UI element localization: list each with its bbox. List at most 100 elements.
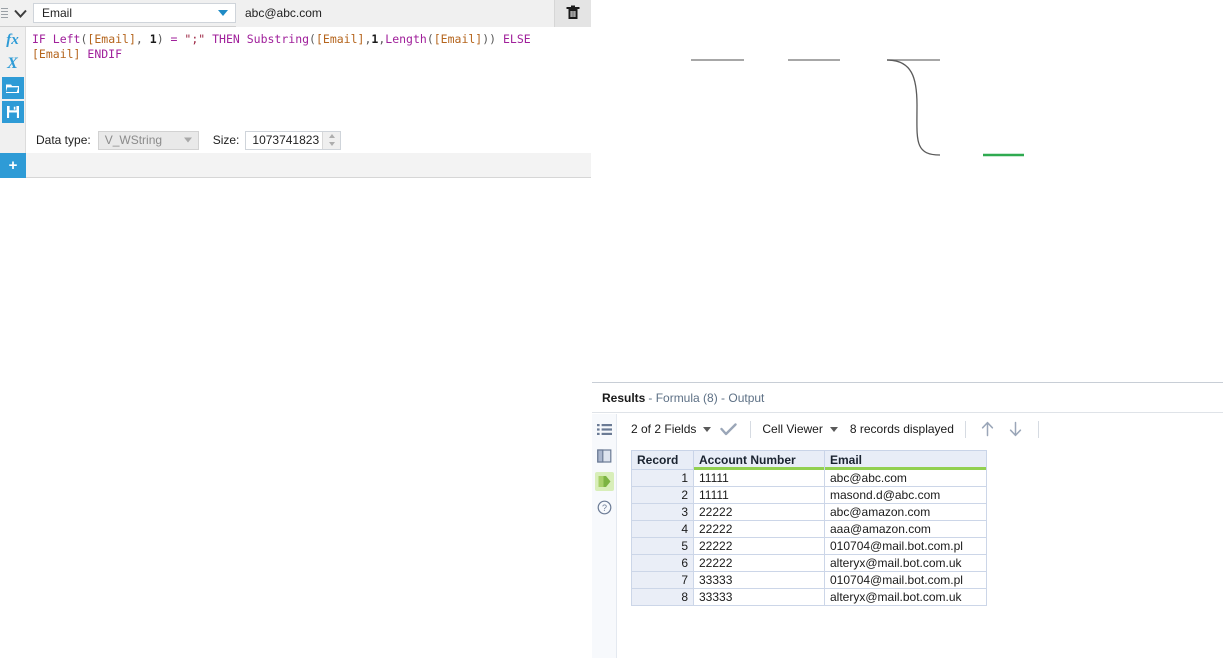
cell-record: 1 xyxy=(632,470,694,487)
formula-token: [Email] xyxy=(434,32,482,46)
size-stepper[interactable] xyxy=(322,132,340,149)
formula-token: , xyxy=(136,32,150,46)
sample-value-display[interactable]: abc@abc.com xyxy=(236,0,554,27)
formula-token: ELSE xyxy=(496,32,531,46)
table-header-row: Record Account Number Email xyxy=(632,451,987,470)
column-header-account-number[interactable]: Account Number xyxy=(694,451,825,470)
help-circle-icon[interactable]: ? xyxy=(595,498,614,517)
toolbar-divider xyxy=(1038,421,1039,438)
formula-expression-input[interactable]: IF Left([Email], 1) = ";" THEN Substring… xyxy=(26,27,591,127)
size-input[interactable]: 1073741823 xyxy=(245,131,341,150)
cell-record: 4 xyxy=(632,521,694,538)
toolbar-divider xyxy=(750,421,751,438)
cell-account-number[interactable]: 22222 xyxy=(694,538,825,555)
drag-grip-icon xyxy=(0,0,9,27)
cell-record: 8 xyxy=(632,589,694,606)
fields-selector[interactable]: 2 of 2 Fields xyxy=(631,422,711,436)
formula-token: [Email] xyxy=(32,47,80,61)
svg-text:?: ? xyxy=(601,503,606,513)
cell-email[interactable]: alteryx@mail.bot.com.uk xyxy=(825,555,987,572)
table-row[interactable]: 422222aaa@amazon.com xyxy=(632,521,987,538)
results-panel: Results - Formula (8) - Output xyxy=(592,383,1223,658)
data-type-select[interactable]: V_WString xyxy=(98,131,199,150)
table-row[interactable]: 622222alteryx@mail.bot.com.uk xyxy=(632,555,987,572)
column-header-email[interactable]: Email xyxy=(825,451,987,470)
formula-editor-body: fx X xyxy=(0,27,591,153)
formula-token: = xyxy=(164,32,185,46)
data-type-value: V_WString xyxy=(99,133,162,147)
fx-icon[interactable]: fx xyxy=(2,29,24,51)
output-field-select[interactable]: Email xyxy=(33,3,236,23)
formula-token: Left xyxy=(53,32,81,46)
x-variable-icon[interactable]: X xyxy=(2,53,24,75)
formula-token: ( xyxy=(309,32,316,46)
size-label: Size: xyxy=(213,133,240,147)
formula-token: )) xyxy=(482,32,496,46)
canvas-connections xyxy=(592,0,1223,383)
formula-tool-rail: fx X xyxy=(0,27,26,153)
data-type-row: Data type: V_WString Size: 1073741823 xyxy=(26,127,591,153)
cell-account-number[interactable]: 22222 xyxy=(694,521,825,538)
cell-account-number[interactable]: 33333 xyxy=(694,589,825,606)
results-grid-wrapper[interactable]: Record Account Number Email 111111abc@ab… xyxy=(631,450,1223,658)
add-formula-button[interactable]: + xyxy=(0,153,26,178)
table-row[interactable]: 522222010704@mail.bot.com.pl xyxy=(632,538,987,555)
cell-email[interactable]: abc@abc.com xyxy=(825,470,987,487)
table-row[interactable]: 111111abc@abc.com xyxy=(632,470,987,487)
formula-token: ) xyxy=(157,32,164,46)
formula-token: Substring xyxy=(247,32,309,46)
chevron-down-icon xyxy=(830,427,838,432)
fields-selector-label: 2 of 2 Fields xyxy=(631,422,696,436)
output-arrow-icon[interactable] xyxy=(595,472,614,491)
arrow-down-icon[interactable] xyxy=(1005,418,1027,440)
cell-email[interactable]: abc@amazon.com xyxy=(825,504,987,521)
checkmark-icon[interactable] xyxy=(717,418,739,440)
list-config-icon[interactable] xyxy=(595,420,614,439)
formula-token: ENDIF xyxy=(80,47,122,61)
chevron-down-icon xyxy=(703,427,711,432)
formula-token: ";" xyxy=(184,32,205,46)
results-title-context: - Formula (8) - Output xyxy=(648,391,764,405)
results-toolbar: 2 of 2 Fields Cell Viewer 8 records disp… xyxy=(617,414,1223,444)
cell-account-number[interactable]: 11111 xyxy=(694,470,825,487)
table-row[interactable]: 833333alteryx@mail.bot.com.uk xyxy=(632,589,987,606)
cell-email[interactable]: alteryx@mail.bot.com.uk xyxy=(825,589,987,606)
cell-email[interactable]: 010704@mail.bot.com.pl xyxy=(825,538,987,555)
cell-email[interactable]: 010704@mail.bot.com.pl xyxy=(825,572,987,589)
cell-viewer-selector[interactable]: Cell Viewer xyxy=(762,422,837,436)
delete-formula-button[interactable] xyxy=(554,0,591,27)
messages-panel-icon[interactable] xyxy=(595,446,614,465)
results-main: ? 2 of 2 Fields xyxy=(592,414,1223,658)
column-header-record[interactable]: Record xyxy=(632,451,694,470)
open-folder-icon[interactable] xyxy=(2,77,24,99)
config-panel-empty-area xyxy=(0,178,591,658)
alteryx-designer-window: Email abc@abc.com fx xyxy=(0,0,1223,658)
cell-account-number[interactable]: 11111 xyxy=(694,487,825,504)
formula-field-topbar: Email abc@abc.com xyxy=(0,0,591,27)
cell-viewer-label: Cell Viewer xyxy=(762,422,822,436)
cell-email[interactable]: masond.d@abc.com xyxy=(825,487,987,504)
collapse-chevron-down-icon[interactable] xyxy=(9,0,31,27)
cell-account-number[interactable]: 22222 xyxy=(694,555,825,572)
results-table: Record Account Number Email 111111abc@ab… xyxy=(631,450,987,606)
results-content: 2 of 2 Fields Cell Viewer 8 records disp… xyxy=(617,414,1223,658)
table-row[interactable]: 733333010704@mail.bot.com.pl xyxy=(632,572,987,589)
arrow-up-icon[interactable] xyxy=(977,418,999,440)
table-row[interactable]: 211111masond.d@abc.com xyxy=(632,487,987,504)
formula-token: [Email] xyxy=(316,32,364,46)
cell-record: 3 xyxy=(632,504,694,521)
cell-account-number[interactable]: 33333 xyxy=(694,572,825,589)
chevron-down-icon xyxy=(218,10,228,16)
formula-configuration-panel: Email abc@abc.com fx xyxy=(0,0,591,658)
output-field-value: Email xyxy=(34,6,72,20)
toolbar-divider xyxy=(965,421,966,438)
cell-account-number[interactable]: 22222 xyxy=(694,504,825,521)
workflow-canvas[interactable]: (.*) (.*) xyxy=(592,0,1223,383)
cell-email[interactable]: aaa@amazon.com xyxy=(825,521,987,538)
save-disk-icon[interactable] xyxy=(2,101,24,123)
cell-record: 6 xyxy=(632,555,694,572)
cell-record: 2 xyxy=(632,487,694,504)
table-row[interactable]: 322222abc@amazon.com xyxy=(632,504,987,521)
formula-token: IF xyxy=(32,32,53,46)
results-title-label: Results xyxy=(602,391,645,405)
